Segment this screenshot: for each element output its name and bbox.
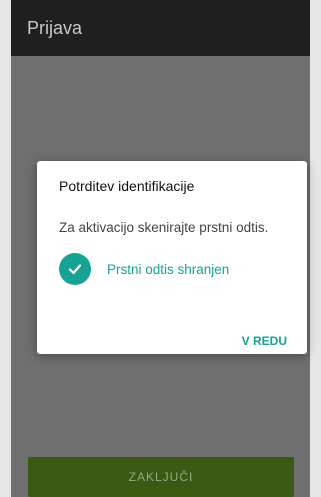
confirm-identification-dialog: Potrditev identifikacije Za aktivacijo s… — [37, 161, 307, 354]
fingerprint-status-row: Prstni odtis shranjen — [59, 253, 229, 285]
checkmark-icon — [59, 253, 91, 285]
fingerprint-status-text: Prstni odtis shranjen — [107, 261, 230, 277]
dialog-title: Potrditev identifikacije — [59, 178, 195, 194]
dialog-message: Za aktivacijo skenirajte prstni odtis. — [59, 220, 269, 235]
ok-button[interactable]: V REDU — [242, 334, 287, 348]
